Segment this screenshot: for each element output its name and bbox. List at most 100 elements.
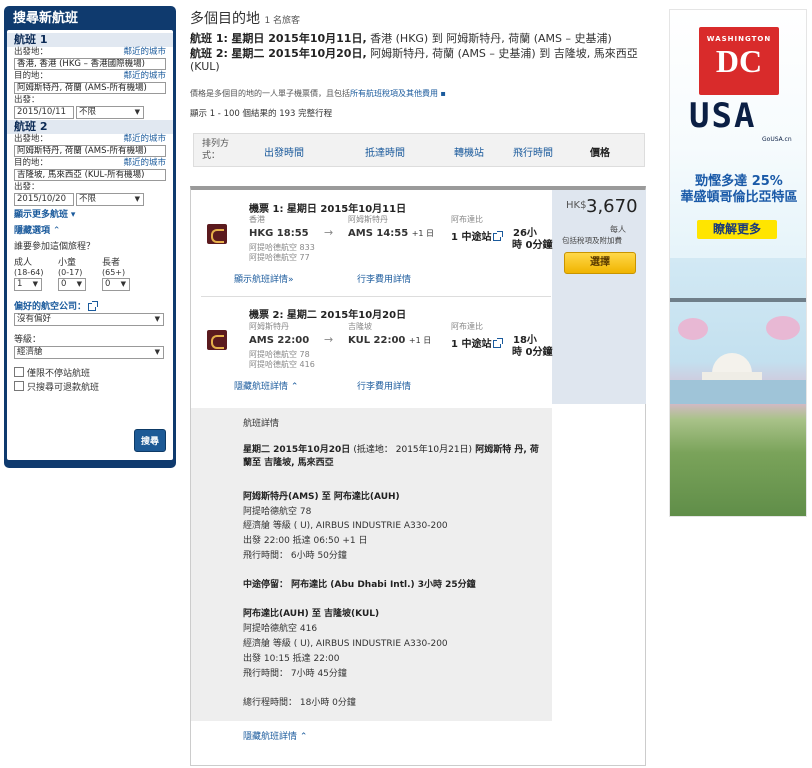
price-note: 價格是多個目的地的一人單子機票價，且包括所有航班稅項及其他費用 ▪ xyxy=(190,88,446,99)
leg1-airline2: 阿提哈德航空 77 xyxy=(249,253,310,262)
flight1-to-label: 目的地： xyxy=(14,71,49,81)
leg1-stops: 1 中途站 xyxy=(451,228,504,243)
flight1-to-nearby-link[interactable]: 鄰近的城市 xyxy=(123,71,166,82)
airline-select[interactable]: 沒有偏好 ▼ xyxy=(14,313,164,326)
leg2-baggage-fees-link[interactable]: 行李費用詳情 xyxy=(357,379,411,392)
flight1-from-nearby-link[interactable]: 鄰近的城市 xyxy=(123,47,166,58)
popup-icon[interactable] xyxy=(88,300,99,311)
flight2-header: 航班 2 xyxy=(7,120,173,134)
flight1-from-input[interactable]: 香港, 香港 (HKG – 香港國際機場) xyxy=(14,58,166,70)
nonstop-label: 僅限不停站航班 xyxy=(27,368,91,379)
child-select[interactable]: 0 ▼ xyxy=(58,278,86,291)
airline-value: 沒有偏好 xyxy=(17,314,52,324)
nonstop-checkbox[interactable]: 僅限不停站航班 xyxy=(14,365,166,379)
chevron-down-icon: ▼ xyxy=(134,108,140,116)
seg1-title: 阿姆斯特丹(AMS) 至 阿布達比(AUH) xyxy=(243,492,400,502)
more-flights-link[interactable]: 顯示更多航班 ▾ xyxy=(14,207,166,220)
leg1-baggage-fees-link[interactable]: 行李費用詳情 xyxy=(357,272,411,285)
hide-options-link[interactable]: 隱藏選項 ⌃ xyxy=(14,223,166,237)
popup-icon[interactable] xyxy=(493,338,504,348)
flight-details-panel: 航班詳情 星期二 2015年10月20日 (抵達地： 2015年10月21日) … xyxy=(191,408,552,721)
checkbox-box[interactable] xyxy=(14,381,24,391)
flight1-time-select[interactable]: 不限 ▼ xyxy=(76,106,144,119)
etihad-logo-icon xyxy=(207,330,227,350)
sort-price[interactable]: 價格 xyxy=(590,144,610,159)
chevron-down-icon: ▼ xyxy=(134,195,140,203)
search-form: 航班 1 出發地： 鄰近的城市 香港, 香港 (HKG – 香港國際機場) 目的地… xyxy=(7,30,173,460)
flight2-to-input[interactable]: 吉隆坡, 馬來西亞 (KUL-所有機場) xyxy=(14,169,166,181)
route2-prefix: 航班 2: xyxy=(190,47,228,60)
sort-bar: 排列方式： 出發時間 抵達時間 轉機站 飛行時間 價格 xyxy=(193,133,645,167)
ad-photo-tree xyxy=(678,318,708,340)
sort-label: 排列方式： xyxy=(202,139,230,161)
ad-headline-line1: 勁慳多達 25% xyxy=(695,174,783,189)
child-range: (0-17) xyxy=(58,268,83,277)
ad-photo-bridge xyxy=(670,298,806,302)
stopover-info: 中途停留： 阿布達比 (Abu Dhabi Intl.) 3小時 25分鐘 xyxy=(243,580,476,590)
adult-value: 1 xyxy=(17,279,23,289)
refundable-checkbox[interactable]: 只搜尋可退款航班 xyxy=(14,379,166,393)
ad-photo-dome xyxy=(712,353,752,373)
chevron-down-icon: ▼ xyxy=(154,348,160,356)
flight2-from-input[interactable]: 阿姆斯特丹, 荷蘭 (AMS-所有機場) xyxy=(14,145,166,157)
ad-photo xyxy=(670,258,806,516)
popup-icon[interactable] xyxy=(493,231,504,241)
sort-duration[interactable]: 飛行時間 xyxy=(513,144,553,159)
leg1-arrival: AMS 14:55 +1 日 xyxy=(348,228,434,239)
ad-photo-tree xyxy=(766,316,800,340)
flight2-date-input[interactable]: 2015/10/20 xyxy=(14,193,74,206)
leg2-to-city: 吉隆坡 xyxy=(348,322,372,331)
sort-stops[interactable]: 轉機站 xyxy=(454,144,484,159)
seg1-times: 出發 22:00 抵達 06:50 +1 日 xyxy=(243,536,368,546)
flight2-from-label: 出發地： xyxy=(14,134,49,144)
seg2-title: 阿布達比(AUH) 至 吉隆坡(KUL) xyxy=(243,609,380,619)
checkbox-box[interactable] xyxy=(14,367,24,377)
ad-learn-more-button[interactable]: 瞭解更多 xyxy=(697,220,777,239)
flight2-time-select[interactable]: 不限 ▼ xyxy=(76,193,144,206)
hide-details-bottom-text: 隱藏航班詳情 xyxy=(243,732,298,742)
sort-depart-time[interactable]: 出發時間 xyxy=(264,144,304,159)
seg1-duration: 飛行時間： 6小時 50分鐘 xyxy=(243,551,347,561)
advertisement-banner[interactable]: WASHINGTON DC USA GoUSA.cn 勁慳多達 25% 華盛頓哥… xyxy=(669,9,807,517)
price-panel: HK$ 3,670 每人 包括稅項及附加費 xyxy=(552,190,646,404)
arrow-right-icon: → xyxy=(324,333,334,346)
route-summary-1: 航班 1: 星期日 2015年10月11日, 香港 (HKG) 到 阿姆斯特丹,… xyxy=(190,32,645,45)
senior-label: 長者 xyxy=(102,258,121,268)
leg1-from-city: 香港 xyxy=(249,215,265,224)
senior-select[interactable]: 0 ▼ xyxy=(102,278,130,291)
flight1-time-value: 不限 xyxy=(79,107,97,117)
leg2-title: 機票 2: 星期二 2015年10月20日 xyxy=(249,310,407,321)
per-person-label: 每人 xyxy=(610,225,626,234)
select-button[interactable]: 選擇 xyxy=(564,252,636,274)
chevron-down-icon: ▼ xyxy=(120,280,126,288)
fees-link[interactable]: 所有航班稅項及其他費用 xyxy=(350,89,438,98)
leg1-arrival-plus: +1 日 xyxy=(411,229,435,238)
route1-prefix: 航班 1: xyxy=(190,32,228,45)
search-button[interactable]: 搜尋 xyxy=(133,429,166,452)
flight2-to-nearby-link[interactable]: 鄰近的城市 xyxy=(123,158,166,169)
flight1-date-input[interactable]: 2015/10/11 xyxy=(14,106,74,119)
seg1-class: 經濟艙 等級 ( U), AIRBUS INDUSTRIE A330-200 xyxy=(243,521,448,531)
price-note-text: 價格是多個目的地的一人單子機票價，且包括 xyxy=(190,89,350,98)
seg2-flight: 阿提哈德航空 416 xyxy=(243,624,318,634)
leg2-hide-details-link[interactable]: 隱藏航班詳情 ⌃ xyxy=(234,379,298,392)
arrow-right-icon: → xyxy=(324,226,334,239)
leg1-arrival-time: AMS 14:55 xyxy=(348,228,409,239)
leg2-from-city: 阿姆斯特丹 xyxy=(249,322,289,331)
flight1-to-input[interactable]: 阿姆斯特丹, 荷蘭 (AMS-所有機場) xyxy=(14,82,166,94)
flight1-header: 航班 1 xyxy=(7,33,173,47)
page-title-text: 多個目的地 xyxy=(190,11,260,27)
adult-select[interactable]: 1 ▼ xyxy=(14,278,42,291)
usa-logo-sub: GoUSA.cn xyxy=(762,136,792,143)
flight2-time-value: 不限 xyxy=(79,194,97,204)
flight2-from-nearby-link[interactable]: 鄰近的城市 xyxy=(123,134,166,145)
flight2-to-label: 目的地： xyxy=(14,158,49,168)
leg1-show-details-link[interactable]: 顯示航班詳情» xyxy=(234,272,294,285)
flight2-depart-label: 出發： xyxy=(14,182,40,192)
sort-arrive-time[interactable]: 抵達時間 xyxy=(365,144,405,159)
info-icon[interactable]: ▪ xyxy=(438,89,446,98)
seg2-duration: 飛行時間： 7小時 45分鐘 xyxy=(243,669,347,679)
class-select[interactable]: 經濟艙 ▼ xyxy=(14,346,164,359)
leg2-stops-text: 1 中途站 xyxy=(451,339,492,350)
hide-details-bottom-link[interactable]: 隱藏航班詳情 ⌃ xyxy=(243,729,307,742)
